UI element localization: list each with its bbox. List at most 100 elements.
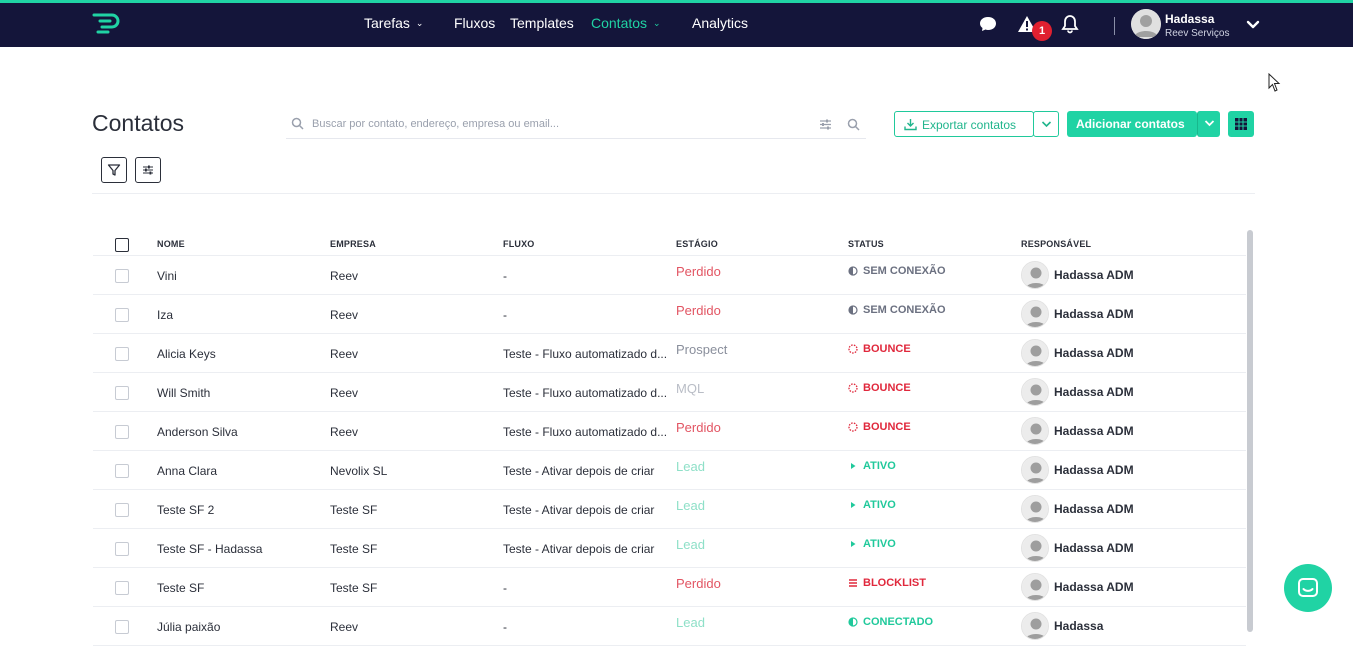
chat-icon[interactable] bbox=[978, 14, 998, 34]
row-checkbox[interactable] bbox=[115, 464, 129, 478]
table-row[interactable]: Teste SF - Hadassa Teste SF Teste - Ativar… bbox=[93, 529, 1246, 568]
contact-name[interactable]: Anderson Silva bbox=[157, 425, 322, 439]
row-checkbox[interactable] bbox=[115, 347, 129, 361]
row-checkbox[interactable] bbox=[115, 386, 129, 400]
table-row[interactable]: Will Smith Reev Teste - Fluxo automatizado… bbox=[93, 373, 1246, 412]
contact-name[interactable]: Will Smith bbox=[157, 386, 322, 400]
contact-name[interactable]: Anna Clara bbox=[157, 464, 322, 478]
add-options-dropdown[interactable] bbox=[1197, 111, 1220, 137]
owner-avatar bbox=[1021, 456, 1049, 484]
nav-tarefas[interactable]: Tarefas ⌄ bbox=[364, 15, 423, 31]
contact-name[interactable]: Vini bbox=[157, 269, 322, 283]
table-row[interactable]: Anna Clara Nevolix SL Teste - Ativar depoi… bbox=[93, 451, 1246, 490]
row-checkbox[interactable] bbox=[115, 581, 129, 595]
table-row[interactable]: Vini Reev - Perdido SEM CONEXÃO Hadassa ADM bbox=[93, 256, 1246, 295]
user-name[interactable]: Hadassa bbox=[1165, 12, 1214, 26]
contact-stage[interactable]: Prospect bbox=[676, 342, 727, 357]
col-header-company[interactable]: EMPRESA bbox=[330, 239, 376, 249]
row-checkbox[interactable] bbox=[115, 503, 129, 517]
row-checkbox[interactable] bbox=[115, 308, 129, 322]
contact-name[interactable]: Alicia Keys bbox=[157, 347, 322, 361]
owner-avatar bbox=[1021, 300, 1049, 328]
contact-flow[interactable]: Teste - Fluxo automatizado d... bbox=[503, 386, 673, 400]
nav-templates[interactable]: Templates bbox=[510, 15, 574, 31]
nav-analytics-label: Analytics bbox=[692, 15, 749, 31]
col-header-owner[interactable]: RESPONSÁVEL bbox=[1021, 239, 1091, 249]
support-chat-button[interactable] bbox=[1284, 564, 1332, 612]
nav-tarefas-label: Tarefas bbox=[364, 15, 410, 31]
bell-icon[interactable] bbox=[1060, 14, 1080, 34]
row-checkbox[interactable] bbox=[115, 542, 129, 556]
contact-flow[interactable]: - bbox=[503, 308, 673, 322]
contact-stage[interactable]: Lead bbox=[676, 459, 705, 474]
contact-name[interactable]: Teste SF - Hadassa bbox=[157, 542, 322, 556]
user-menu-chevron-down-icon[interactable] bbox=[1245, 17, 1261, 33]
contact-stage[interactable]: Lead bbox=[676, 615, 705, 630]
contact-name[interactable]: Iza bbox=[157, 308, 322, 322]
row-checkbox[interactable] bbox=[115, 425, 129, 439]
contact-status: ATIVO bbox=[848, 460, 896, 472]
col-header-stage[interactable]: ESTÁGIO bbox=[676, 239, 718, 249]
chevron-down-icon bbox=[1204, 120, 1215, 127]
grid-icon bbox=[1235, 118, 1247, 130]
contact-flow[interactable]: - bbox=[503, 269, 673, 283]
table-row[interactable]: Teste SF Teste SF - Perdido BLOCKLIST Hadassa… bbox=[93, 568, 1246, 607]
nav-fluxos[interactable]: Fluxos bbox=[454, 15, 495, 31]
add-contacts-button[interactable]: Adicionar contatos bbox=[1067, 111, 1197, 137]
contact-stage[interactable]: Perdido bbox=[676, 303, 721, 318]
search-input[interactable] bbox=[312, 114, 812, 134]
col-header-name[interactable]: NOME bbox=[157, 239, 185, 249]
contact-stage[interactable]: Perdido bbox=[676, 264, 721, 279]
table-scrollbar[interactable] bbox=[1247, 230, 1253, 632]
select-all-checkbox[interactable] bbox=[115, 238, 129, 252]
contact-flow[interactable]: Teste - Fluxo automatizado d... bbox=[503, 425, 673, 439]
logo-icon[interactable] bbox=[92, 12, 122, 34]
contact-status: BOUNCE bbox=[848, 343, 911, 355]
row-checkbox[interactable] bbox=[115, 269, 129, 283]
table-row[interactable]: Iza Reev - Perdido SEM CONEXÃO Hadassa ADM bbox=[93, 295, 1246, 334]
owner-name: Hadassa ADM bbox=[1054, 268, 1134, 282]
contact-stage[interactable]: MQL bbox=[676, 381, 704, 396]
table-row[interactable]: Júlia paixão Reev - Lead CONECTADO Hadassa bbox=[93, 607, 1246, 646]
owner-name: Hadassa ADM bbox=[1054, 424, 1134, 438]
export-options-dropdown[interactable] bbox=[1033, 111, 1059, 137]
contact-status-label: BOUNCE bbox=[863, 382, 911, 394]
owner-name: Hadassa ADM bbox=[1054, 463, 1134, 477]
search-submit-icon[interactable] bbox=[847, 118, 860, 131]
contact-stage[interactable]: Lead bbox=[676, 498, 705, 513]
column-settings-button[interactable] bbox=[135, 157, 161, 183]
table-row[interactable]: Alicia Keys Reev Teste - Fluxo automatizad… bbox=[93, 334, 1246, 373]
nav-analytics[interactable]: Analytics bbox=[692, 15, 748, 31]
contact-name[interactable]: Teste SF bbox=[157, 581, 322, 595]
contact-company: Teste SF bbox=[330, 542, 378, 556]
grid-view-button[interactable] bbox=[1228, 111, 1254, 137]
contact-company: Reev bbox=[330, 347, 359, 361]
contact-name[interactable]: Teste SF 2 bbox=[157, 503, 322, 517]
contact-stage[interactable]: Perdido bbox=[676, 576, 721, 591]
owner-avatar bbox=[1021, 339, 1049, 367]
search-filters-sliders-icon[interactable] bbox=[819, 118, 832, 131]
alert-count-badge: 1 bbox=[1032, 21, 1052, 41]
user-avatar[interactable] bbox=[1131, 9, 1161, 39]
contact-company: Reev bbox=[330, 269, 359, 283]
filter-button[interactable] bbox=[101, 157, 127, 183]
col-header-status[interactable]: STATUS bbox=[848, 239, 884, 249]
contact-flow[interactable]: Teste - Ativar depois de criar bbox=[503, 542, 673, 556]
contact-flow[interactable]: Teste - Ativar depois de criar bbox=[503, 464, 673, 478]
contact-status: BOUNCE bbox=[848, 421, 911, 433]
contact-stage[interactable]: Lead bbox=[676, 537, 705, 552]
contact-flow[interactable]: Teste - Fluxo automatizado d... bbox=[503, 347, 673, 361]
contact-status: BOUNCE bbox=[848, 382, 911, 394]
nav-fluxos-label: Fluxos bbox=[454, 15, 496, 31]
contact-company: Teste SF bbox=[330, 503, 378, 517]
table-row[interactable]: Teste SF 2 Teste SF Teste - Ativar depois … bbox=[93, 490, 1246, 529]
contact-status-label: ATIVO bbox=[863, 499, 896, 511]
export-contacts-button[interactable]: Exportar contatos bbox=[894, 111, 1034, 137]
nav-contatos[interactable]: Contatos ⌄ bbox=[591, 15, 661, 31]
col-header-flow[interactable]: FLUXO bbox=[503, 239, 535, 249]
contact-flow[interactable]: Teste - Ativar depois de criar bbox=[503, 503, 673, 517]
user-company: Reev Serviços bbox=[1165, 28, 1230, 39]
contact-stage[interactable]: Perdido bbox=[676, 420, 721, 435]
contact-flow[interactable]: - bbox=[503, 581, 673, 595]
table-row[interactable]: Anderson Silva Reev Teste - Fluxo automati… bbox=[93, 412, 1246, 451]
